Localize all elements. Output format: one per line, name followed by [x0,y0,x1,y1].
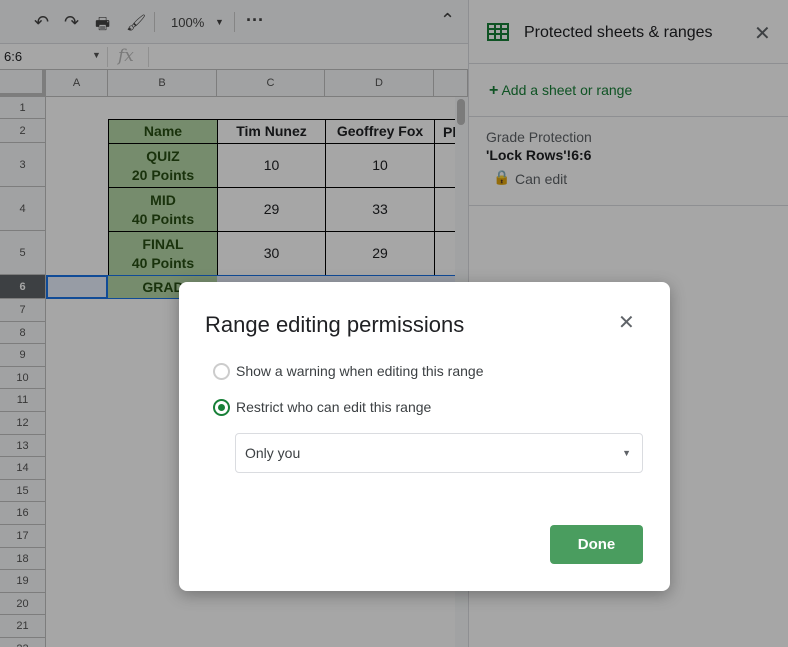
editor-select[interactable]: Only you ▼ [235,433,643,473]
dropdown-arrow-icon: ▼ [622,448,631,458]
done-button[interactable]: Done [550,525,643,564]
close-dialog-icon[interactable]: ✕ [618,310,635,335]
option-restrict-label[interactable]: Restrict who can edit this range [236,399,431,415]
option-warning-label[interactable]: Show a warning when editing this range [236,363,484,379]
dialog-title: Range editing permissions [205,312,465,337]
range-editing-permissions-dialog: Range editing permissions ✕ Show a warni… [179,282,670,591]
radio-show-warning[interactable] [213,363,230,380]
editor-select-value: Only you [245,445,301,461]
radio-restrict[interactable] [213,399,230,416]
